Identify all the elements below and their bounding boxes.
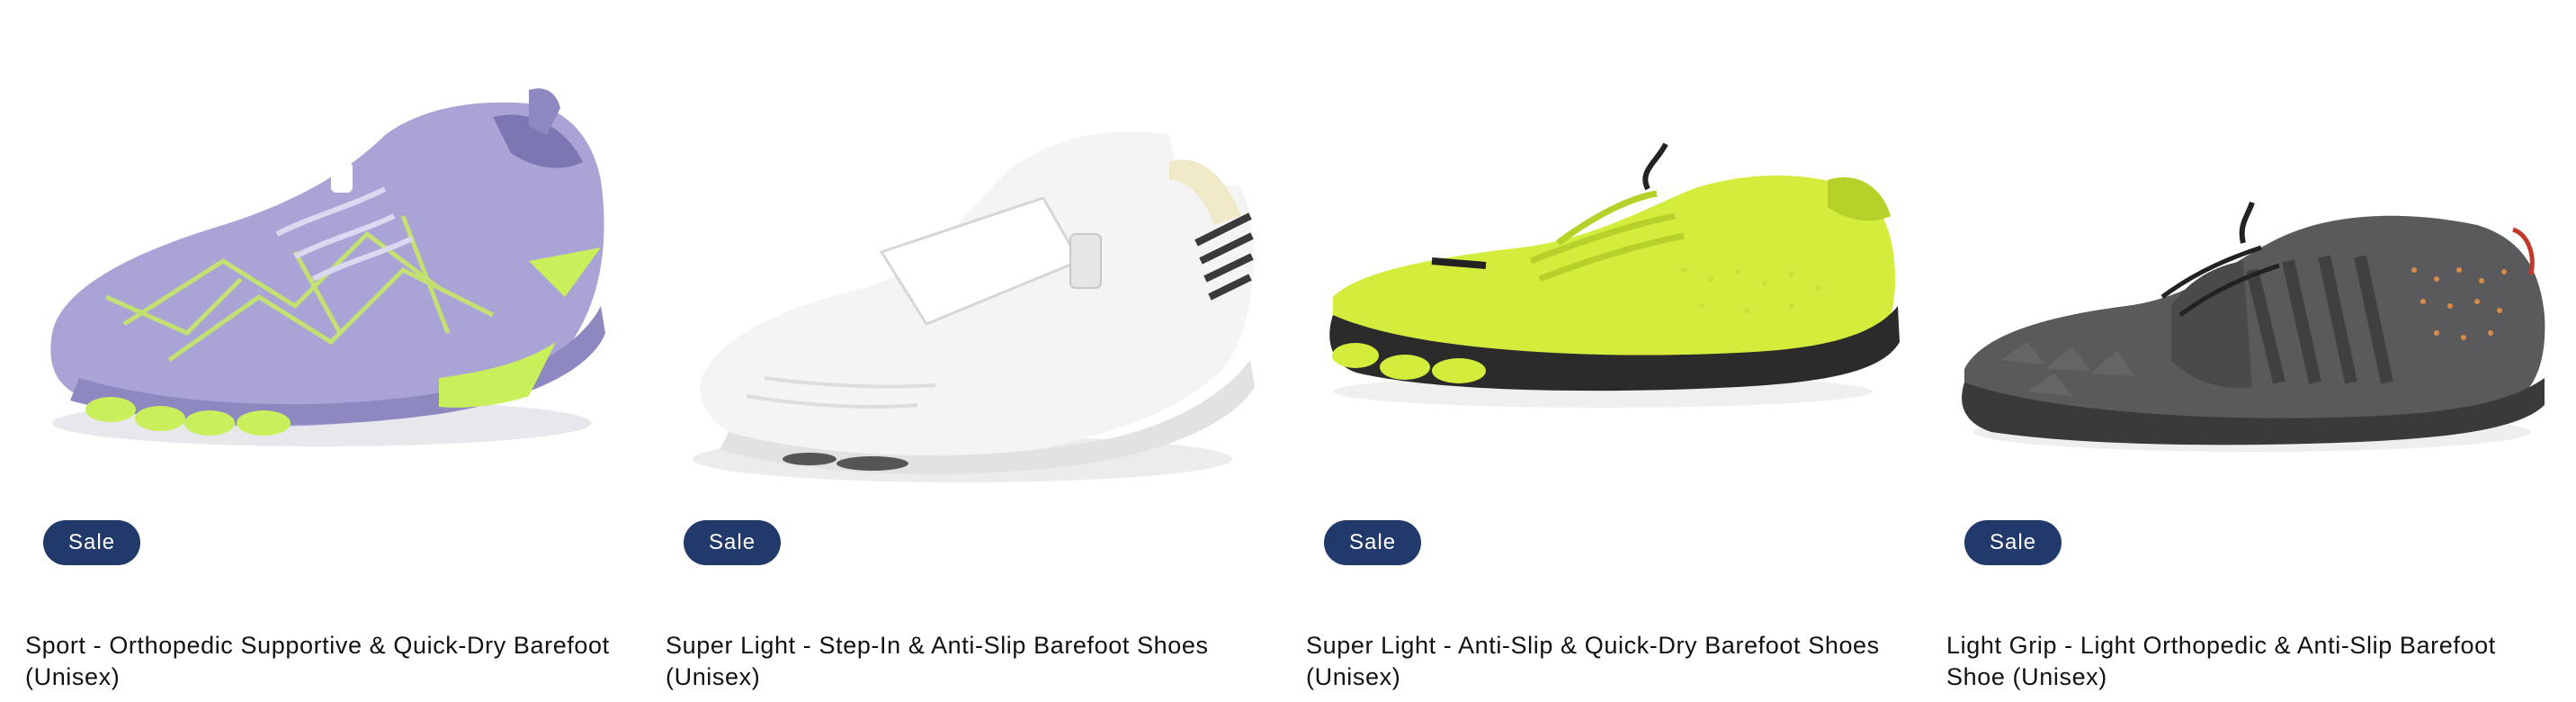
product-title[interactable]: Super Light - Anti-Slip & Quick-Dry Bare… xyxy=(1306,630,1910,693)
sale-badge: Sale xyxy=(1324,520,1422,565)
product-card[interactable]: Sale Sport - Orthopedic Supportive & Qui… xyxy=(25,0,630,702)
product-image[interactable] xyxy=(1946,36,2551,540)
sale-badge: Sale xyxy=(43,520,141,565)
shoe-image xyxy=(1329,142,1900,408)
sale-badge: Sale xyxy=(684,520,782,565)
shoe-image xyxy=(693,131,1255,482)
product-image[interactable] xyxy=(666,36,1270,540)
product-title[interactable]: Sport - Orthopedic Supportive & Quick-Dr… xyxy=(25,630,630,693)
product-image[interactable] xyxy=(25,36,630,540)
sale-badge: Sale xyxy=(1964,520,2062,565)
product-card[interactable]: Sale Super Light - Anti-Slip & Quick-Dry… xyxy=(1306,0,1910,702)
product-card[interactable]: Sale Super Light - Step-In & Anti-Slip B… xyxy=(666,0,1270,702)
shoe-image xyxy=(50,88,605,446)
product-title[interactable]: Super Light - Step-In & Anti-Slip Barefo… xyxy=(666,630,1270,693)
product-grid: Sale Sport - Orthopedic Supportive & Qui… xyxy=(25,0,2551,702)
shoe-image xyxy=(1962,201,2545,452)
product-card[interactable]: Sale Light Grip - Light Orthopedic & Ant… xyxy=(1946,0,2551,702)
product-title[interactable]: Light Grip - Light Orthopedic & Anti-Sli… xyxy=(1946,630,2551,693)
product-image[interactable] xyxy=(1306,36,1910,540)
